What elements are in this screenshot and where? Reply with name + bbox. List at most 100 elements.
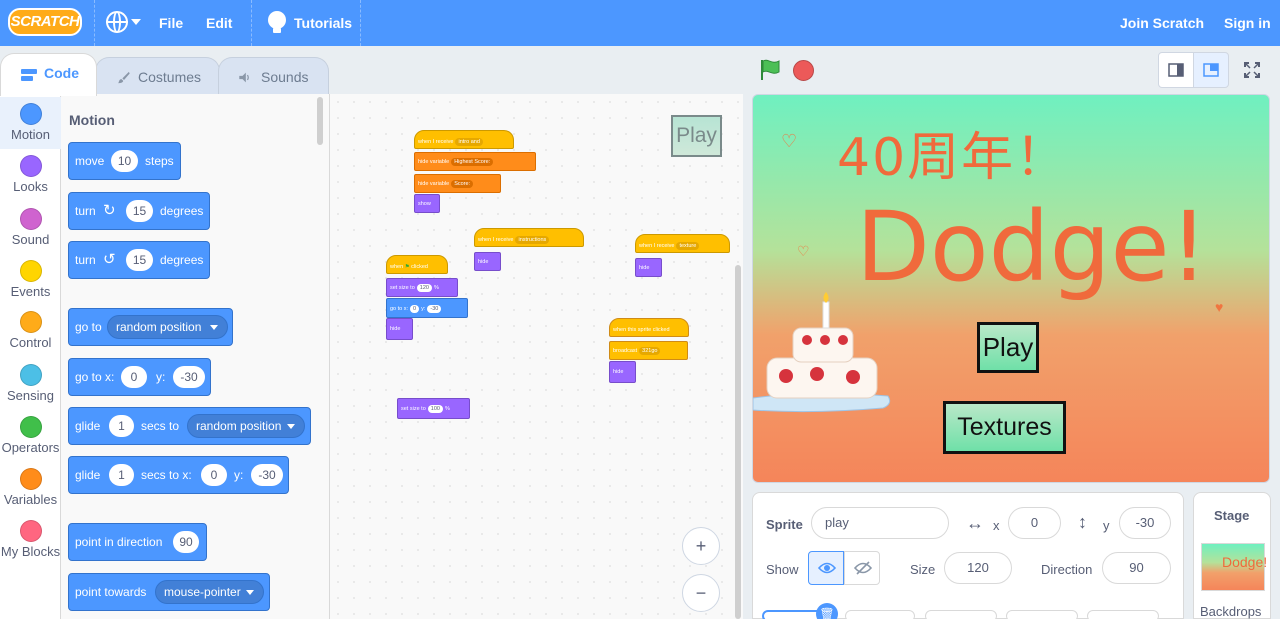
y-input[interactable]: -30 (251, 464, 283, 486)
secs-input[interactable]: 1 (109, 415, 134, 437)
block-turn-right[interactable]: turn ↻ 15 degrees (68, 192, 210, 230)
show-hidden-toggle[interactable] (844, 551, 880, 585)
script-block-show[interactable]: show (414, 194, 440, 213)
paintbrush-icon (118, 71, 130, 84)
target-dropdown[interactable]: random position (187, 414, 305, 438)
secs-input[interactable]: 1 (109, 464, 134, 486)
tab-costumes[interactable]: Costumes (95, 57, 220, 95)
globe-icon[interactable] (106, 11, 128, 33)
message-dropdown[interactable]: texture (676, 242, 700, 250)
y-input[interactable]: -30 (427, 305, 442, 313)
sprite-thumbnail[interactable] (1087, 610, 1159, 619)
target-dropdown[interactable]: mouse-pointer (155, 580, 264, 604)
message-dropdown[interactable]: instructions (515, 236, 550, 244)
script-block-hide[interactable]: hide (386, 318, 413, 340)
y-position-input[interactable]: -30 (1119, 507, 1171, 539)
zoom-in-button[interactable]: + (682, 527, 720, 565)
script-hat-when-receive[interactable]: when I receive instructions (474, 228, 584, 247)
category-sensing[interactable]: Sensing (0, 358, 61, 410)
events-dot-icon (19, 260, 42, 282)
x-input[interactable]: 0 (121, 366, 147, 388)
target-dropdown[interactable]: random position (107, 315, 228, 339)
block-glide-to-xy[interactable]: glide 1 secs to x: 0 y: -30 (68, 456, 289, 494)
zoom-out-button[interactable]: − (682, 574, 720, 612)
lightbulb-icon[interactable] (268, 11, 286, 33)
size-input[interactable]: 100 (427, 405, 443, 413)
script-block-hide[interactable]: hide (609, 361, 636, 383)
size-input[interactable]: 120 (944, 552, 1012, 584)
direction-input[interactable]: 90 (1102, 552, 1171, 584)
palette-scrollbar[interactable] (317, 97, 323, 145)
variable-dropdown[interactable]: Highest Score: (451, 158, 494, 166)
sprite-thumbnail[interactable] (925, 610, 997, 619)
green-flag-icon[interactable] (759, 59, 781, 81)
sprite-thumbnail[interactable] (1006, 610, 1078, 619)
block-go-to[interactable]: go to random position (68, 308, 233, 346)
script-hat-when-sprite-clicked[interactable]: when this sprite clicked (609, 318, 689, 337)
sign-in-link[interactable]: Sign in (1224, 0, 1271, 46)
message-dropdown[interactable]: intro and (455, 138, 483, 146)
block-text: clicked (411, 264, 428, 270)
rotate-right-icon: ↻ (103, 202, 116, 219)
degrees-input[interactable]: 15 (126, 249, 153, 271)
stage-canvas[interactable]: ♡ ♡ ♥ 40周年！ Dodge! Play Textures (752, 94, 1270, 483)
tutorials-button[interactable]: Tutorials (294, 0, 352, 46)
file-menu[interactable]: File (159, 0, 183, 46)
scratch-logo[interactable]: SCRATCH (8, 8, 82, 36)
category-operators[interactable]: Operators (0, 410, 61, 462)
delete-sprite-icon[interactable]: 🗑 (816, 603, 838, 619)
tab-sounds[interactable]: Sounds (218, 57, 329, 95)
chevron-down-icon[interactable] (131, 19, 141, 25)
sprite-thumbnail[interactable] (845, 610, 915, 619)
script-block-set-size[interactable]: set size to 120% (386, 278, 458, 297)
block-point-in-direction[interactable]: point in direction 90 (68, 523, 207, 561)
x-position-input[interactable]: 0 (1008, 507, 1061, 539)
block-move-steps[interactable]: move 10 steps (68, 142, 181, 180)
category-looks[interactable]: Looks (0, 149, 61, 201)
script-block-set-size[interactable]: set size to 100% (397, 398, 470, 419)
script-block-go-to-xy[interactable]: go to x: 0 y: -30 (386, 298, 468, 318)
y-input[interactable]: -30 (173, 366, 205, 388)
join-scratch-link[interactable]: Join Scratch (1120, 0, 1204, 46)
stage-textures-button[interactable]: Textures (943, 401, 1066, 454)
size-input[interactable]: 120 (416, 284, 432, 292)
block-glide-to[interactable]: glide 1 secs to random position (68, 407, 311, 445)
block-go-to-xy[interactable]: go to x: 0 y: -30 (68, 358, 211, 396)
show-visible-toggle[interactable] (808, 551, 844, 585)
script-block-hide[interactable]: hide (474, 252, 501, 271)
block-text: when I receive (639, 243, 675, 249)
block-turn-left[interactable]: turn ↺ 15 degrees (68, 241, 210, 279)
stage-play-button[interactable]: Play (977, 322, 1039, 373)
category-sound[interactable]: Sound (0, 202, 61, 254)
backdrop-thumbnail[interactable]: Dodge! (1201, 543, 1267, 591)
normal-stage-button[interactable] (1193, 52, 1229, 88)
sprite-name-input[interactable]: play (811, 507, 949, 539)
script-block-broadcast[interactable]: broadcast 321go (609, 341, 688, 360)
block-point-towards[interactable]: point towards mouse-pointer (68, 573, 270, 611)
script-area-scrollbar[interactable] (735, 265, 741, 619)
edit-menu[interactable]: Edit (206, 0, 232, 46)
message-dropdown[interactable]: 321go (639, 347, 661, 355)
script-hat-when-receive[interactable]: when I receive texture (635, 234, 730, 253)
script-block-hide[interactable]: hide (635, 258, 662, 277)
stop-icon[interactable] (793, 60, 814, 81)
x-input[interactable]: 0 (201, 464, 227, 486)
degrees-input[interactable]: 15 (126, 200, 153, 222)
rotate-left-icon: ↺ (103, 251, 116, 268)
fullscreen-button[interactable] (1234, 52, 1270, 88)
category-events[interactable]: Events (0, 254, 61, 306)
small-stage-button[interactable] (1158, 52, 1194, 88)
script-hat-when-receive[interactable]: when I receive intro and (414, 130, 514, 149)
script-hat-when-flag-clicked[interactable]: when ⚑ clicked (386, 255, 448, 274)
category-my-blocks[interactable]: My Blocks (0, 514, 61, 566)
steps-input[interactable]: 10 (111, 150, 138, 172)
category-variables[interactable]: Variables (0, 462, 61, 514)
variable-dropdown[interactable]: Score: (451, 180, 474, 188)
category-control[interactable]: Control (0, 305, 61, 357)
category-motion[interactable]: Motion (0, 97, 61, 149)
x-input[interactable]: 0 (410, 305, 420, 313)
script-block-hide-variable[interactable]: hide variable Score: (414, 174, 501, 193)
direction-input[interactable]: 90 (173, 531, 199, 553)
tab-code[interactable]: Code (0, 53, 97, 96)
script-block-hide-variable[interactable]: hide variable Highest Score: (414, 152, 536, 171)
